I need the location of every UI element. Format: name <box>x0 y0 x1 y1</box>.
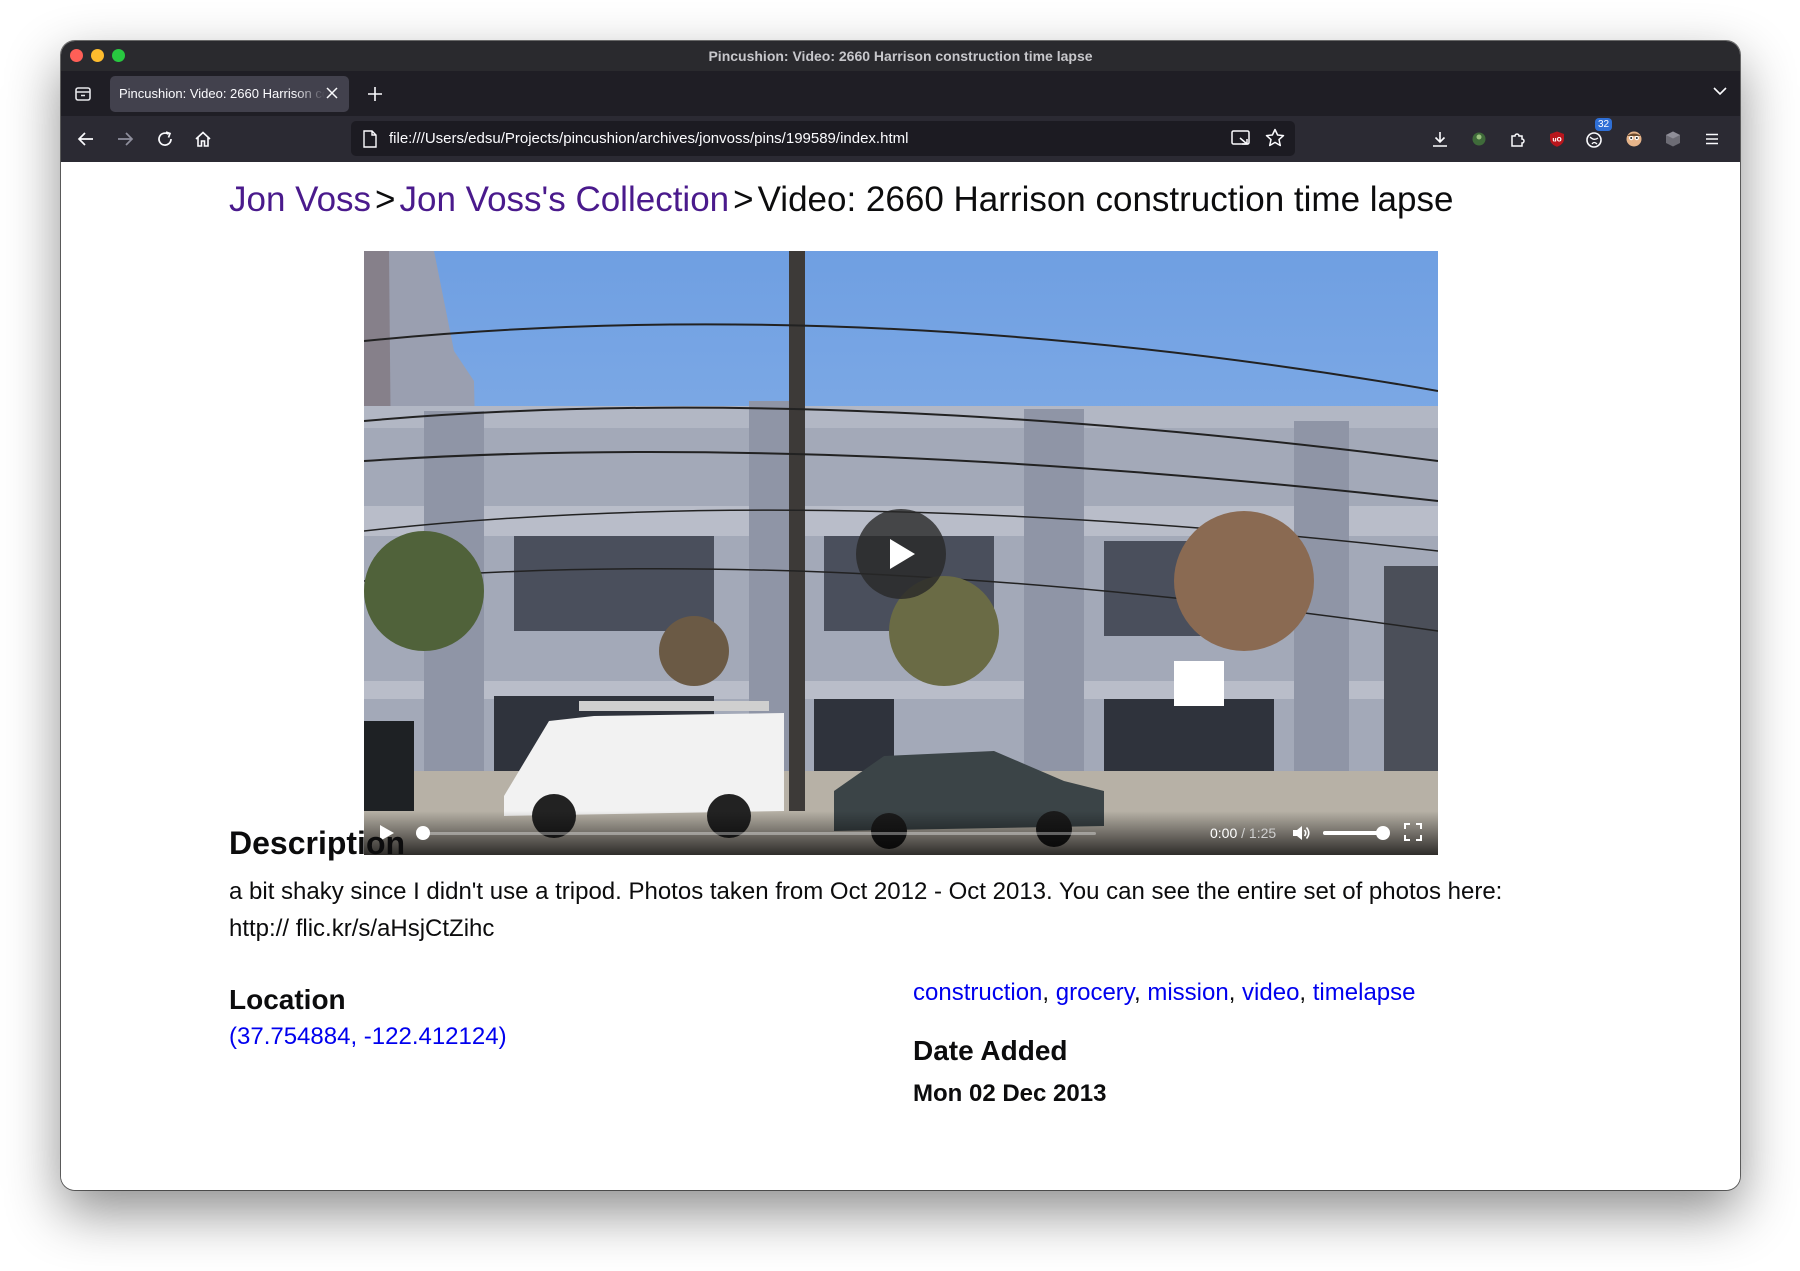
navigation-toolbar: file:///Users/edsu/Projects/pincushion/a… <box>61 116 1740 162</box>
list-all-tabs-button[interactable] <box>1712 83 1728 104</box>
chevron-down-icon <box>1713 87 1727 96</box>
cube-extension-icon <box>1666 131 1680 147</box>
extension-badge-count: 32 <box>1595 118 1613 131</box>
leaf-extension-icon <box>1472 132 1486 146</box>
url-bar[interactable]: file:///Users/edsu/Projects/pincushion/a… <box>351 121 1295 156</box>
volume-fill <box>1323 831 1383 835</box>
ublock-shield-icon: uO <box>1550 131 1564 147</box>
arrow-right-icon <box>118 132 134 146</box>
duration: 1:25 <box>1248 825 1277 841</box>
tag-link[interactable]: mission <box>1147 979 1228 1006</box>
close-window-button[interactable] <box>70 49 83 62</box>
new-tab-button[interactable] <box>353 76 397 112</box>
window-title: Pincushion: Video: 2660 Harrison constru… <box>708 48 1093 64</box>
svg-text:uO: uO <box>1552 137 1561 144</box>
tag-link[interactable]: video <box>1242 979 1299 1006</box>
zoom-window-button[interactable] <box>112 49 125 62</box>
minimize-window-button[interactable] <box>91 49 104 62</box>
page-content: Jon Voss > Jon Voss's Collection > Video: 26… <box>61 162 1740 1190</box>
download-icon <box>1433 132 1447 147</box>
face-extension-icon <box>1626 131 1642 147</box>
volume-icon <box>1293 826 1310 840</box>
breadcrumb-current: Video: 2660 Harrison construction time l… <box>757 180 1454 219</box>
home-icon <box>195 131 211 147</box>
time-separator: / <box>1237 825 1249 841</box>
date-added-heading: Date Added <box>913 1035 1068 1066</box>
reader-view-button[interactable] <box>1231 129 1251 151</box>
seek-thumb[interactable] <box>416 826 430 840</box>
tag-link[interactable]: timelapse <box>1313 979 1416 1006</box>
current-time: 0:00 <box>1210 825 1238 841</box>
tab-overview-icon <box>75 86 91 101</box>
traffic-lights <box>70 49 125 62</box>
ublock-button[interactable]: uO <box>1542 124 1572 154</box>
back-button[interactable] <box>71 124 101 154</box>
bookmark-star-button[interactable] <box>1265 128 1285 152</box>
big-play-button[interactable] <box>856 509 946 599</box>
location-heading: Location <box>229 984 346 1015</box>
play-icon <box>890 539 915 569</box>
home-button[interactable] <box>188 124 218 154</box>
tag-list: construction, grocery, mission, video, t… <box>913 979 1416 1006</box>
puzzle-icon <box>1511 133 1525 147</box>
hamburger-menu-icon <box>1706 133 1718 145</box>
url-text[interactable]: file:///Users/edsu/Projects/pincushion/a… <box>389 130 908 147</box>
extension-button-badge[interactable]: 32 <box>1580 118 1613 154</box>
app-menu-button[interactable] <box>1697 124 1727 154</box>
breadcrumb-user-link[interactable]: Jon Voss <box>229 180 371 219</box>
date-added-value: Mon 02 Dec 2013 <box>913 1080 1107 1107</box>
tab-strip: Pincushion: Video: 2660 Harrison constru… <box>61 71 1740 116</box>
tag-link[interactable]: grocery <box>1056 979 1134 1006</box>
plus-icon <box>368 86 382 101</box>
video-player[interactable]: 0:00 / 1:25 <box>364 251 1438 855</box>
volume-thumb[interactable] <box>1376 826 1390 840</box>
downloads-button[interactable] <box>1425 124 1455 154</box>
video-controls: 0:00 / 1:25 <box>364 811 1438 855</box>
fullscreen-button[interactable] <box>1404 823 1422 846</box>
extension-button-1[interactable] <box>1464 124 1494 154</box>
window-titlebar: Pincushion: Video: 2660 Harrison constru… <box>61 41 1740 71</box>
seek-track <box>416 832 1096 835</box>
description-heading: Description <box>229 825 406 861</box>
breadcrumb-collection-link[interactable]: Jon Voss's Collection <box>400 180 730 219</box>
tab-active[interactable]: Pincushion: Video: 2660 Harrison constru… <box>110 75 349 112</box>
forward-button[interactable] <box>110 124 140 154</box>
mute-button[interactable] <box>1291 823 1311 848</box>
location-link[interactable]: (37.754884, -122.412124) <box>229 1023 507 1051</box>
extension-button-cube[interactable] <box>1658 124 1688 154</box>
tab-overview-button[interactable] <box>61 72 105 116</box>
time-display: 0:00 / 1:25 <box>1210 825 1276 841</box>
description-text: a bit shaky since I didn't use a tripod.… <box>229 878 1503 942</box>
extensions-button[interactable] <box>1503 124 1533 154</box>
globe-extension-icon <box>1586 132 1602 148</box>
reload-button[interactable] <box>150 124 180 154</box>
browser-window: Pincushion: Video: 2660 Harrison constru… <box>61 41 1740 1190</box>
reload-icon <box>158 131 172 146</box>
tag-link[interactable]: construction <box>913 979 1042 1006</box>
extension-button-face[interactable] <box>1619 124 1649 154</box>
breadcrumb-separator: > <box>733 180 754 219</box>
breadcrumb: Jon Voss > Jon Voss's Collection > Video: 26… <box>229 180 1453 220</box>
picture-in-picture-icon <box>1231 130 1250 145</box>
page-icon <box>363 130 377 148</box>
star-icon <box>1265 128 1285 147</box>
arrow-left-icon <box>77 132 93 146</box>
tab-close-icon[interactable] <box>323 84 341 102</box>
breadcrumb-separator: > <box>375 180 396 219</box>
tab-title: Pincushion: Video: 2660 Harrison constru… <box>119 86 325 101</box>
seek-bar[interactable] <box>416 826 1096 840</box>
volume-slider[interactable] <box>1323 826 1390 840</box>
fullscreen-icon <box>1404 823 1422 841</box>
